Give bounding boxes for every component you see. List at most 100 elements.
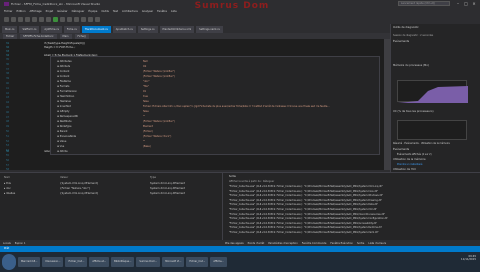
tab-events[interactable]: Événements (404, 142, 418, 145)
datatip-row-name[interactable]: ⊞ Attribs (57, 150, 68, 153)
taskbar-button-7[interactable]: Fichier_Cod... (186, 257, 209, 267)
tab-1[interactable]: Slafform.cs (19, 26, 40, 33)
locals-tab-1[interactable]: Espion 1 (15, 242, 26, 245)
tab-summary[interactable]: Résumé (393, 142, 402, 145)
menu-item-5[interactable]: Déboguer (72, 10, 85, 13)
tab-7[interactable]: PlantedXmlInterne.xml (159, 26, 195, 33)
menu-item-1[interactable]: Edition (16, 10, 25, 13)
pause-icon[interactable] (60, 16, 65, 22)
forward-icon[interactable] (11, 16, 16, 22)
menu-item-12[interactable]: Aide (171, 10, 177, 13)
taskbar-button-4[interactable]: Bibliothèque... (111, 257, 135, 267)
undo-icon[interactable] (39, 16, 44, 22)
menu-item-7[interactable]: Outils (101, 10, 109, 13)
maximize-icon[interactable]: □ (462, 1, 470, 6)
output-source[interactable]: Afficher la sortie à partir de : Débogue… (229, 180, 274, 183)
taskbar-button-2[interactable]: Fichier_Cod... (65, 257, 88, 267)
tab-memory[interactable]: Utilisation de la mémoire (421, 142, 450, 145)
line-number: 43 (6, 96, 10, 100)
quick-launch-input[interactable]: Lancement rapide (Ctrl+Q) (398, 1, 450, 6)
datatip-row-value: (Fichier "Nature,"prolifier") (143, 70, 175, 73)
line-number: 44 (6, 101, 10, 105)
close-icon[interactable]: × (470, 1, 478, 6)
taskbar-button-5[interactable]: Sumrus Dom... (136, 257, 161, 267)
step-out-icon[interactable] (95, 16, 100, 22)
step-over-icon[interactable] (88, 16, 93, 22)
output-tab-1[interactable]: Points d'arrêt (248, 242, 265, 245)
tab-0[interactable]: Main.cs (2, 26, 18, 33)
menu-item-3[interactable]: Projet (46, 10, 53, 13)
datatip-row-name[interactable]: ⊞ Attributs (57, 65, 70, 68)
line-number: 54 (6, 149, 10, 153)
output-tab-6[interactable]: Liste d'erreurs (368, 242, 386, 245)
datatip-row-name[interactable]: ⊞ PreviousNode (57, 135, 76, 138)
start-button-icon[interactable] (2, 254, 16, 270)
tab-3[interactable]: Fiche.cs (63, 26, 80, 33)
output-tab-2[interactable]: Paramètres d'exception (268, 242, 298, 245)
datatip-row-name[interactable]: ⊞ InnerText (57, 105, 71, 108)
nav-dropdown-0[interactable]: Fichier (3, 33, 18, 39)
tab-4[interactable]: TrackDocument.cs (81, 26, 111, 33)
datatip-row-name[interactable]: ⊞ NodeType (57, 125, 72, 128)
system-clock[interactable]: 09:45 11/11/2015 (461, 255, 476, 261)
nav-dropdown-2[interactable]: Main (59, 33, 72, 39)
output-tab-3[interactable]: Fenêtre Commande (302, 242, 327, 245)
locals-name[interactable]: ▸ doc (4, 187, 11, 190)
output-tab-5[interactable]: Sortie (357, 242, 364, 245)
tab-8[interactable]: Settings.xaml.cs (196, 26, 223, 33)
datatip-row-name[interactable]: ⊞ FileName (57, 80, 71, 83)
menu-item-10[interactable]: Analyser (142, 10, 153, 13)
taskbar-button-8[interactable]: Affiche... (210, 257, 227, 267)
datatip-popup[interactable]: ⊞ Attributes Null ⊞ Attributs Ok ⊞ Content (F… (50, 56, 380, 155)
restart-icon[interactable] (74, 16, 79, 22)
datatip-row-name[interactable]: ⊞ HasChildren (57, 95, 74, 98)
menu-item-11[interactable]: Fenêtre (157, 10, 167, 13)
take-snapshot-link[interactable]: Prendre un instantané (397, 163, 422, 166)
menu-item-9[interactable]: Architecture (122, 10, 138, 13)
open-icon[interactable] (25, 16, 30, 22)
save-icon[interactable] (32, 16, 37, 22)
new-project-icon[interactable] (18, 16, 23, 22)
datatip-row-name[interactable]: ⊞ Value (57, 140, 66, 143)
datatip-row-name[interactable]: ⊞ IsEmpty (57, 110, 69, 113)
step-into-icon[interactable] (81, 16, 86, 22)
taskbar-button-0[interactable]: Mercredi 18... (18, 257, 41, 267)
locals-tab-0[interactable]: Locals (3, 242, 11, 245)
datatip-row-name[interactable]: ⊞ Vue (57, 145, 64, 148)
datatip-row-name[interactable]: ⊞ Content (57, 75, 69, 78)
menu-item-2[interactable]: Affichage (29, 10, 41, 13)
line-number: 33 (6, 50, 10, 53)
datatip-row-name[interactable]: ⊞ Content (57, 70, 69, 73)
datatip-row-name[interactable]: ⊞ HasValue (57, 100, 71, 103)
taskbar-button-3[interactable]: Affiche et... (89, 257, 110, 267)
stop-icon[interactable] (67, 16, 72, 22)
nav-dropdown-3[interactable]: Fiche() (74, 33, 89, 39)
output-tab-4[interactable]: Fenêtre Exécution (330, 242, 353, 245)
back-icon[interactable] (4, 16, 9, 22)
continue-icon[interactable] (53, 16, 58, 22)
redo-icon[interactable] (46, 16, 51, 22)
taskbar-button-1[interactable]: Discussion... (42, 257, 64, 267)
menu-item-8[interactable]: Test (113, 10, 118, 13)
datatip-row-name[interactable]: ⊞ Parent (57, 130, 67, 133)
menu-item-4[interactable]: Générer (57, 10, 68, 13)
minimize-icon[interactable]: – (454, 1, 462, 6)
locals-type: System.Xml.Linq.XElement (150, 192, 186, 195)
tab-6[interactable]: Settings.cs (137, 26, 158, 33)
datatip-row-name[interactable]: ⊞ NamespaceURI (57, 115, 78, 118)
nav-dropdown-1[interactable]: SFFMFS.Fiche.CodeDocx (20, 33, 57, 39)
locals-name[interactable]: ▸ this (4, 182, 11, 185)
output-line: "Fichier_Codechie.exe" (CLR v4.0.30319: … (229, 208, 378, 211)
output-tab-0[interactable]: Pile des appels (225, 242, 244, 245)
datatip-row-name[interactable]: ⊞ NextNode (57, 120, 72, 123)
menu-item-6[interactable]: Équipe (88, 10, 97, 13)
tab-5[interactable]: Ajoutbatch.cs (112, 26, 136, 33)
locals-name[interactable]: ▸ libelles (4, 192, 15, 195)
datatip-row-name[interactable]: ⊞ FormatVersion (57, 90, 77, 93)
tab-2[interactable]: Ajotfiche.cs (41, 26, 62, 33)
menu-item-0[interactable]: Fichier (4, 10, 12, 13)
datatip-row-name[interactable]: ⊞ Formats (57, 85, 69, 88)
datatip-row-name[interactable]: ⊞ Attributes (57, 60, 72, 63)
code-line: Heigth = fc.FiCH.Fiche..; (44, 46, 76, 49)
taskbar-button-6[interactable]: Microsoft Vi... (162, 257, 185, 267)
